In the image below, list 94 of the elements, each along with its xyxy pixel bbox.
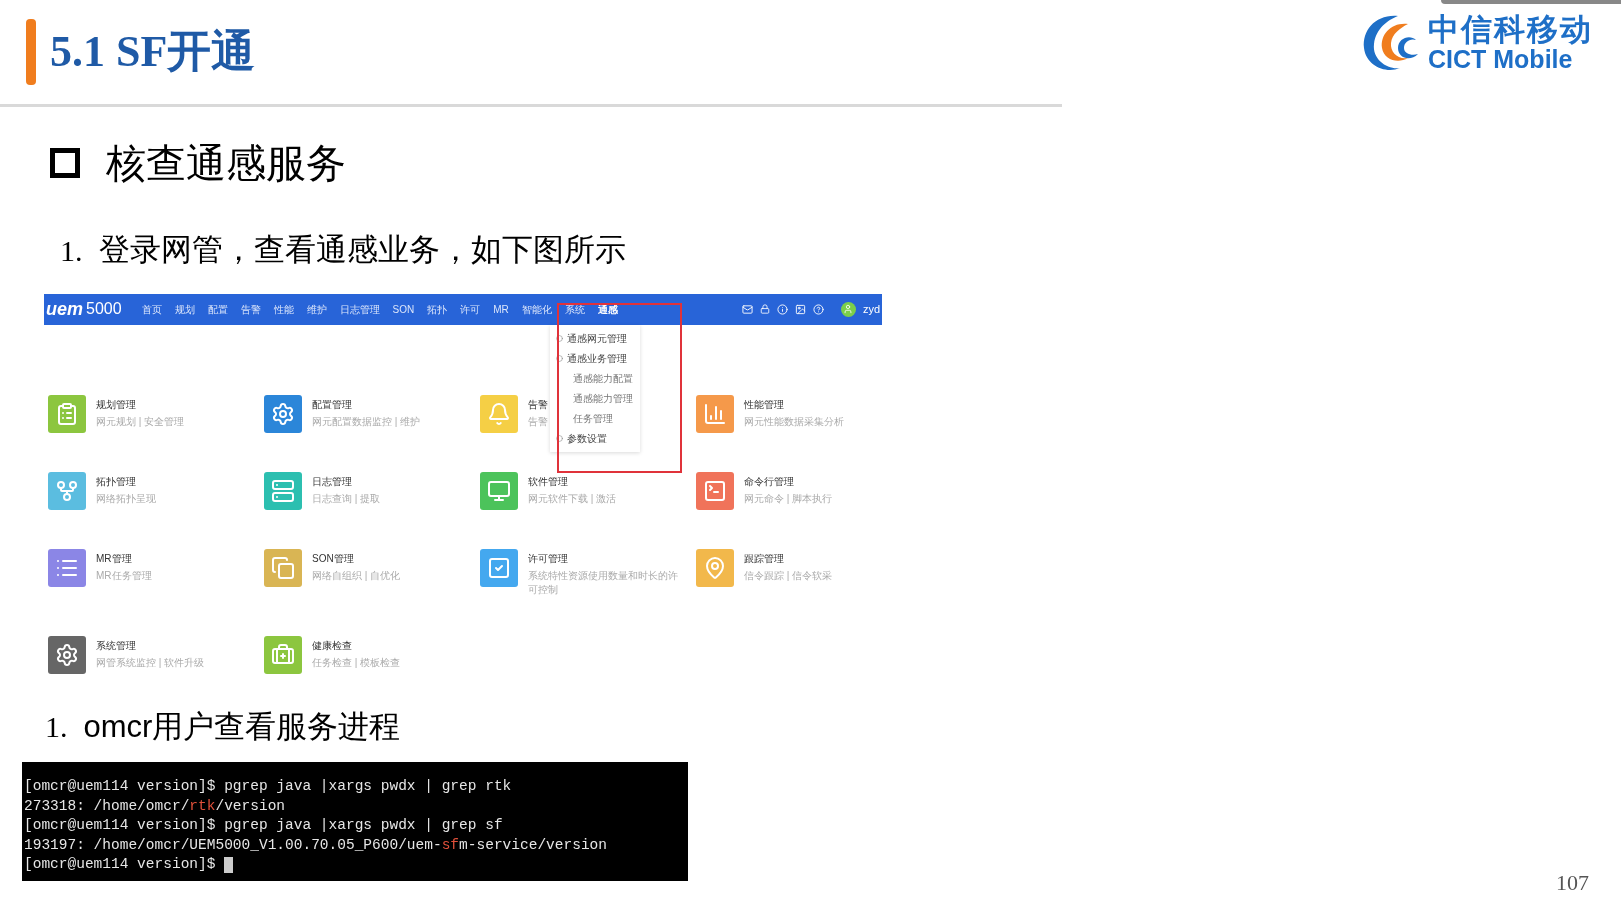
- module-description: 网元软件下载 | 激活: [528, 491, 617, 506]
- module-title[interactable]: 拓扑管理: [96, 473, 136, 489]
- nav-tab[interactable]: 系统: [564, 301, 585, 317]
- module-title[interactable]: 告警: [528, 396, 548, 412]
- server-icon[interactable]: [264, 471, 302, 510]
- title-bar-accent: [26, 19, 36, 85]
- module-title[interactable]: 日志管理: [312, 473, 352, 489]
- terminal-text: sf: [441, 835, 460, 855]
- module-title[interactable]: 健康检查: [312, 637, 352, 653]
- module-title[interactable]: SON管理: [312, 550, 354, 566]
- menu-item-icon: [556, 354, 563, 362]
- module-description: 网元配置数据监控 | 维护: [312, 414, 421, 429]
- terminal-text: 273318: /home/omcr/: [24, 796, 190, 816]
- module-description: 系统特性资源使用数量和时长的许可控制: [528, 568, 678, 597]
- module-description: 网元规划 | 安全管理: [96, 414, 185, 429]
- bell-icon[interactable]: [480, 394, 518, 433]
- terminal-text: /version: [215, 796, 286, 816]
- menu-subitem[interactable]: 通感能力配置: [550, 370, 640, 386]
- terminal-text: rtk: [189, 796, 216, 816]
- module-title[interactable]: 许可管理: [528, 550, 568, 566]
- checkbox-icon[interactable]: [480, 548, 518, 587]
- avatar-icon[interactable]: [840, 301, 856, 317]
- nav-tab[interactable]: MR: [493, 301, 509, 317]
- module-description: 任务检查 | 模板检查: [312, 655, 401, 670]
- map-pin-icon[interactable]: [696, 548, 734, 587]
- module-title[interactable]: 命令行管理: [744, 473, 794, 489]
- nav-tab[interactable]: 首页: [141, 301, 162, 317]
- module-description: 网管系统监控 | 软件升级: [96, 655, 205, 670]
- slide-title: 5.1 SF开通: [50, 26, 256, 78]
- menu-item[interactable]: 参数设置: [567, 430, 607, 446]
- nav-tab[interactable]: SON: [392, 301, 415, 317]
- gear-icon[interactable]: [264, 394, 302, 433]
- nav-tab[interactable]: 性能: [273, 301, 294, 317]
- copy-icon[interactable]: [264, 548, 302, 587]
- module-description: 网络拓扑呈现: [96, 491, 156, 506]
- lock-icon[interactable]: [759, 304, 770, 314]
- user-name[interactable]: zyd: [862, 300, 880, 318]
- menu-item-icon: [556, 334, 563, 342]
- terminal-text: 193197: /home/omcr/UEM5000_V1.00.70.05_P600/uem-: [24, 835, 442, 855]
- menu-item[interactable]: 通感业务管理: [567, 350, 627, 366]
- list-icon[interactable]: [48, 548, 86, 587]
- menu-item[interactable]: 通感网元管理: [567, 330, 627, 346]
- page-number: 107: [1556, 869, 1589, 897]
- medical-case-icon[interactable]: [264, 635, 302, 674]
- module-description: 信令跟踪 | 信令软采: [744, 568, 833, 583]
- menu-item-icon: [556, 434, 563, 442]
- module-title[interactable]: 配置管理: [312, 396, 352, 412]
- module-title[interactable]: 软件管理: [528, 473, 568, 489]
- terminal-icon[interactable]: [696, 471, 734, 510]
- brand-logo: uem: [46, 297, 83, 321]
- nav-tab[interactable]: 拓扑: [427, 301, 448, 317]
- terminal-text: [omcr@uem114 version]$ pgrep java |xargs pwdx | grep sf: [24, 816, 503, 835]
- menu-subitem[interactable]: 通感能力管理: [550, 390, 640, 406]
- info-icon[interactable]: [776, 303, 788, 315]
- nav-tab[interactable]: 规划: [174, 301, 195, 317]
- step-text: 登录网管，查看通感业务，如下图所示: [98, 231, 626, 269]
- logo-name: CICT Mobile: [1428, 47, 1574, 72]
- image-icon[interactable]: [794, 303, 806, 315]
- gear-icon[interactable]: [48, 635, 86, 674]
- module-description: MR任务管理: [96, 568, 152, 583]
- bar-chart-icon[interactable]: [696, 394, 734, 433]
- module-description: 网元性能数据采集分析: [744, 414, 844, 429]
- module-description: 日志查询 | 提取: [312, 491, 381, 506]
- clipboard-icon[interactable]: [48, 394, 86, 433]
- module-title[interactable]: 系统管理: [96, 637, 136, 653]
- nav-tab[interactable]: 日志管理: [339, 301, 380, 317]
- logo-name: 中信科移动: [1428, 14, 1593, 45]
- module-description: 网元命令 | 脚本执行: [744, 491, 833, 506]
- module-description: 告警: [528, 414, 548, 429]
- nav-tab[interactable]: 维护: [306, 301, 327, 317]
- nav-tab[interactable]: 通感: [597, 301, 618, 317]
- menu-subitem[interactable]: 任务管理: [550, 410, 640, 426]
- mail-icon[interactable]: [741, 303, 753, 315]
- brand-version: 5000: [86, 299, 122, 319]
- help-icon[interactable]: [812, 303, 824, 315]
- square-bullet-icon: [50, 148, 80, 178]
- nav-tab[interactable]: 告警: [240, 301, 261, 317]
- nav-tab[interactable]: 许可: [460, 301, 481, 317]
- nav-tab[interactable]: 配置: [207, 301, 228, 317]
- nav-tab[interactable]: 智能化: [521, 301, 552, 317]
- module-description: 网络自组织 | 自优化: [312, 568, 401, 583]
- step-number: 1.: [45, 709, 68, 746]
- step-number: 1.: [60, 232, 83, 269]
- section-heading: 核查通感服务: [106, 140, 346, 187]
- module-title[interactable]: 性能管理: [744, 396, 784, 412]
- module-title[interactable]: 跟踪管理: [744, 550, 784, 566]
- monitor-icon[interactable]: [480, 471, 518, 510]
- terminal-text: [omcr@uem114 version]$: [24, 855, 217, 874]
- terminal-text: [omcr@uem114 version]$ pgrep java |xargs pwdx | grep rtk: [24, 777, 512, 796]
- module-title[interactable]: MR管理: [96, 550, 132, 566]
- step-text: omcr用户查看服务进程: [83, 707, 401, 746]
- module-title[interactable]: 规划管理: [96, 396, 136, 412]
- fork-icon[interactable]: [48, 471, 86, 510]
- terminal-text: m-service/version: [459, 835, 607, 855]
